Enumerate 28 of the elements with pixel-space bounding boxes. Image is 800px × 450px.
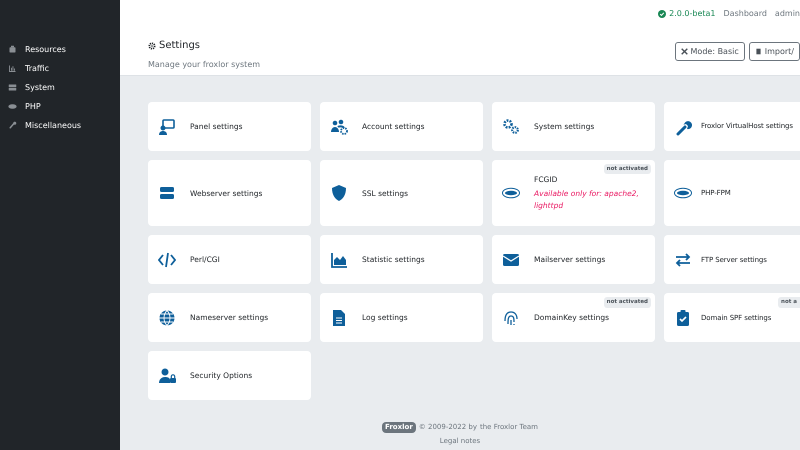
sidebar-item[interactable]: PHP [0,97,120,116]
sidebar-item[interactable]: System [0,78,120,97]
arrows-icon [674,250,692,269]
document-icon [330,308,348,327]
code-icon [158,250,176,269]
clipboard-check-icon [674,308,692,327]
fingerprint-icon [502,308,520,327]
check-circle-icon [658,10,666,18]
toolbar-button[interactable]: Mode: Basic [674,42,745,61]
sidebar-item[interactable]: Resources [0,40,120,59]
gears-icon [502,118,520,136]
presentation-icon [158,118,176,136]
server-icon [8,83,17,92]
shield-icon [330,184,348,202]
sidebar-item[interactable]: Miscellaneous [0,116,120,135]
user-lock-icon [158,366,176,385]
sidebar-item[interactable]: Traffic [0,59,120,78]
nav-link[interactable]: admin [774,8,800,20]
page-subtitle: Manage your froxlor system [148,59,262,71]
page-title: Settings [159,39,200,53]
users-gear-icon [330,118,348,136]
chart-icon [8,64,17,73]
gear-icon [148,42,156,50]
area-chart-icon [330,250,348,269]
version-label: 2.0.0-beta1 [669,8,716,20]
toolbar-button[interactable]: Import/ [748,42,800,61]
nav-link[interactable]: Dashboard [724,8,767,20]
globe-icon [158,308,176,327]
